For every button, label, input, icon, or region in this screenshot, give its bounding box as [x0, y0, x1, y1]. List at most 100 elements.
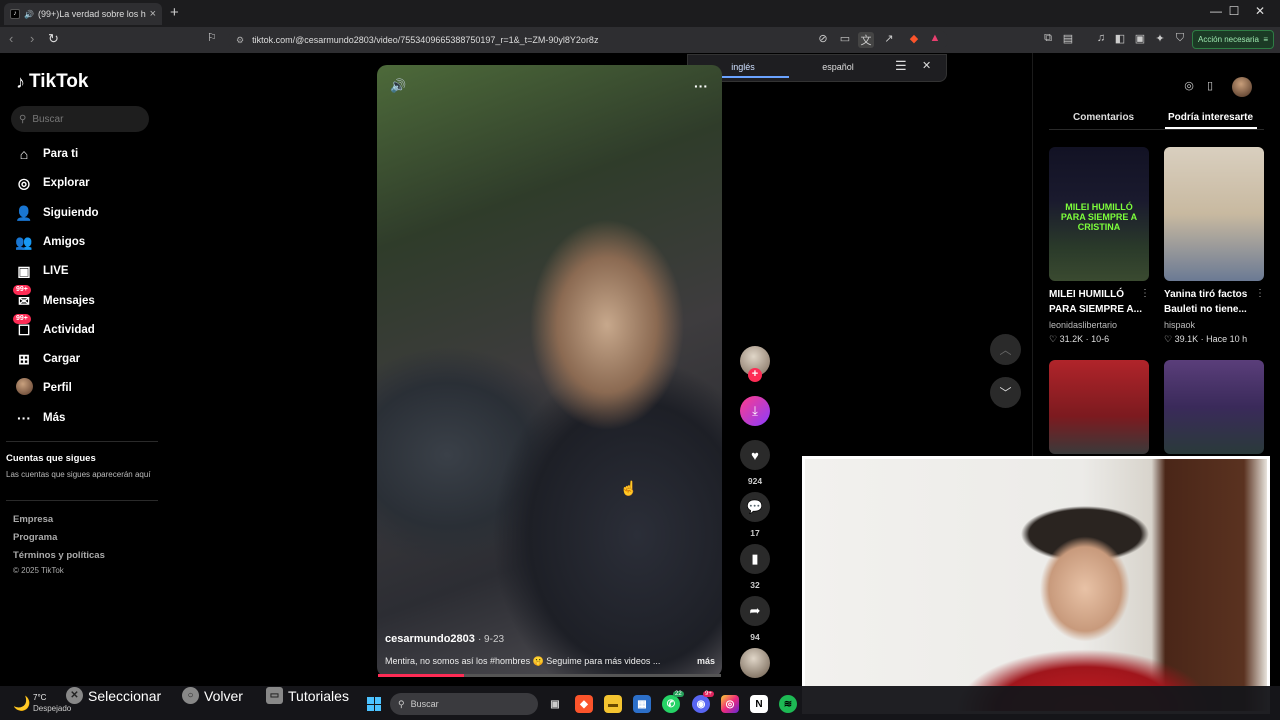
file-explorer-icon[interactable]: ▬: [604, 695, 622, 713]
caption-text: Mentira, no somos así los #hombres 🤫 Seg…: [385, 656, 661, 666]
store-icon[interactable]: ▦: [633, 695, 651, 713]
nav-actividad[interactable]: ☐ 99+ Actividad: [13, 313, 95, 341]
video-thumbnail[interactable]: MILEI HUMILLÓ PARA SIEMPRE A CRISTINA: [1049, 147, 1149, 281]
forward-arrow-icon[interactable]: ›: [30, 31, 34, 46]
vpn-icon[interactable]: ⛉: [1172, 32, 1188, 45]
translate-options-icon[interactable]: ☰: [895, 58, 907, 74]
discord-icon[interactable]: ◉: [692, 695, 710, 713]
tab-comments[interactable]: Comentarios: [1073, 112, 1134, 123]
new-tab-button[interactable]: +: [170, 4, 179, 21]
chevron-up-icon: ︿: [999, 343, 1012, 357]
wallet-icon[interactable]: ▤: [1060, 32, 1076, 45]
search-input[interactable]: ⚲ Buscar: [11, 106, 149, 132]
notification-badge: 99+: [13, 313, 31, 324]
rewards-icon[interactable]: ▲: [927, 32, 943, 44]
music-disc-icon[interactable]: [740, 648, 770, 678]
translate-tab-spanish[interactable]: español: [800, 62, 876, 72]
nav-amigos[interactable]: 👥 Amigos: [15, 231, 85, 253]
no-image-icon[interactable]: ⊘: [815, 32, 831, 45]
button-label: Seleccionar: [88, 687, 162, 704]
close-tab-icon[interactable]: ×: [150, 8, 156, 20]
tab-you-may-like[interactable]: Podría interesarte: [1168, 112, 1253, 123]
nav-siguiendo[interactable]: 👤 Siguiendo: [15, 202, 98, 224]
nav-mas[interactable]: ··· Más: [15, 407, 65, 429]
select-button[interactable]: ✕ Seleccionar: [66, 687, 161, 704]
compass-small-icon[interactable]: ◎: [1182, 79, 1196, 93]
discord-badge: 9+: [703, 691, 714, 697]
video-author[interactable]: cesarmundo2803 · 9-23: [385, 633, 504, 645]
tiktok-logo[interactable]: ♪ TikTok: [16, 71, 88, 93]
whatsapp-icon[interactable]: ✆: [662, 695, 680, 713]
like-count: 924: [747, 476, 763, 486]
wallet-card-icon[interactable]: ▣: [1132, 32, 1148, 45]
windows-start-icon[interactable]: [367, 697, 381, 711]
cast-icon[interactable]: ▭: [837, 32, 853, 45]
footer-link-programa[interactable]: Programa: [13, 532, 57, 543]
more-options-icon[interactable]: ···: [694, 78, 708, 94]
leo-ai-icon[interactable]: ✦: [1152, 32, 1168, 45]
weather-temperature[interactable]: 7°C: [33, 693, 46, 702]
tutorials-button[interactable]: ▭ Tutoriales: [266, 687, 349, 704]
search-placeholder: Buscar: [410, 699, 439, 709]
back-arrow-icon[interactable]: ‹: [9, 31, 13, 46]
reload-icon[interactable]: ↻: [48, 31, 59, 47]
notion-icon[interactable]: N: [750, 695, 768, 713]
video-progress-bar[interactable]: [378, 674, 721, 677]
comment-button[interactable]: 💬: [740, 492, 770, 522]
video-thumbnail[interactable]: [1164, 360, 1264, 454]
site-info-icon[interactable]: ⚙: [236, 35, 244, 46]
nav-perfil[interactable]: Perfil: [15, 377, 72, 399]
share-button[interactable]: ➦: [740, 596, 770, 626]
download-icon[interactable]: ⤓: [740, 396, 770, 426]
video-title[interactable]: MILEI HUMILLÓ PARA SIEMPRE A...: [1049, 287, 1144, 317]
video-meta: ♡ 31.2K · 10-6: [1049, 334, 1110, 344]
nav-para-ti[interactable]: ⌂ Para ti: [15, 143, 78, 165]
nav-cargar[interactable]: ⊞ Cargar: [15, 348, 80, 370]
video-title[interactable]: Yanina tiró factos Bauleti no tiene...: [1164, 287, 1259, 317]
instagram-icon[interactable]: ◎: [721, 695, 739, 713]
close-window-button[interactable]: ✕: [1240, 4, 1280, 18]
video-thumbnail[interactable]: [1049, 360, 1149, 454]
caption-more-link[interactable]: más: [697, 656, 715, 667]
nav-live[interactable]: ▣ LIVE: [15, 260, 68, 282]
video-author[interactable]: hispaok: [1164, 320, 1195, 330]
browser-tab[interactable]: ♪ 🔊 (99+)La verdad sobre los hom ×: [4, 3, 162, 25]
sidebar-toggle-icon[interactable]: ◧: [1112, 32, 1128, 45]
footer-link-empresa[interactable]: Empresa: [13, 514, 53, 525]
share-icon[interactable]: ↗: [881, 32, 897, 45]
video-author[interactable]: leonidaslibertario: [1049, 320, 1117, 330]
moon-icon[interactable]: 🌙: [13, 695, 30, 712]
like-button[interactable]: ♥: [740, 440, 770, 470]
music-icon[interactable]: ♫: [1093, 32, 1109, 44]
nav-explorar[interactable]: ◎ Explorar: [15, 172, 90, 194]
weather-status: Despejado: [33, 704, 72, 713]
back-button[interactable]: ○ Volver: [182, 687, 243, 704]
save-button[interactable]: ▮: [740, 544, 770, 574]
search-icon: ⚲: [398, 698, 405, 709]
follow-plus-icon[interactable]: +: [748, 368, 762, 382]
footer-link-terminos[interactable]: Términos y políticas: [13, 550, 105, 561]
task-view-icon[interactable]: ▣: [546, 695, 564, 713]
upload-icon: ⊞: [18, 350, 30, 367]
extensions-icon[interactable]: ⧉: [1040, 32, 1056, 45]
taskbar-search[interactable]: ⚲ Buscar: [390, 693, 538, 715]
nav-mensajes[interactable]: ✉ 99+ Mensajes: [13, 284, 95, 312]
bookmark-icon[interactable]: ⚐: [207, 31, 217, 44]
speaker-icon[interactable]: 🔊: [24, 10, 34, 19]
video-caption: Mentira, no somos así los #hombres 🤫 Seg…: [385, 656, 715, 667]
volume-icon[interactable]: 🔊: [390, 78, 406, 94]
scroll-down-button[interactable]: ﹀: [990, 377, 1021, 408]
scroll-up-button[interactable]: ︿: [990, 334, 1021, 365]
share-arrow-icon: ➦: [749, 603, 761, 618]
brave-browser-icon[interactable]: ◆: [575, 695, 593, 713]
action-needed-button[interactable]: Acción necesaria ≡: [1192, 30, 1274, 49]
brave-shield-icon[interactable]: ◆: [906, 32, 922, 45]
translate-icon[interactable]: 文: [858, 32, 874, 48]
video-player[interactable]: [377, 65, 722, 677]
following-empty-text: Las cuentas que sigues aparecerán aquí: [6, 470, 151, 479]
user-avatar[interactable]: [1232, 77, 1252, 97]
phone-icon[interactable]: ▯: [1203, 79, 1217, 93]
spotify-icon[interactable]: ≋: [779, 695, 797, 713]
video-thumbnail[interactable]: [1164, 147, 1264, 281]
translate-close-icon[interactable]: ✕: [922, 59, 931, 72]
